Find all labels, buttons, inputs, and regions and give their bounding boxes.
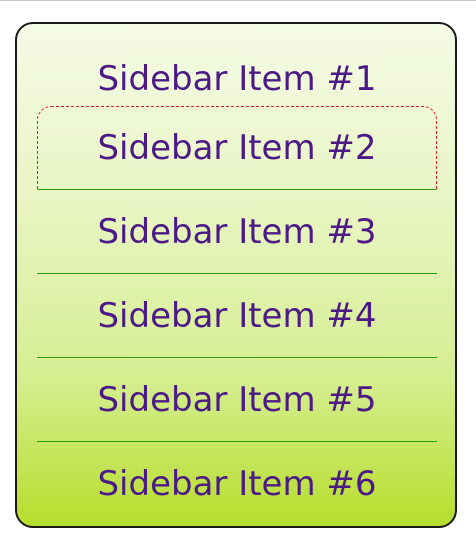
page: Sidebar Item #1 Sidebar Item #2 Sidebar … (0, 0, 476, 554)
sidebar-item-label: Sidebar Item #3 (97, 211, 377, 252)
sidebar: Sidebar Item #1 Sidebar Item #2 Sidebar … (15, 22, 457, 528)
sidebar-item-5[interactable]: Sidebar Item #5 (37, 358, 437, 442)
sidebar-item-label: Sidebar Item #1 (97, 59, 377, 99)
sidebar-item-4[interactable]: Sidebar Item #4 (37, 274, 437, 358)
sidebar-item-3[interactable]: Sidebar Item #3 (37, 190, 437, 274)
sidebar-item-label: Sidebar Item #5 (97, 379, 377, 420)
sidebar-item-6[interactable]: Sidebar Item #6 (37, 442, 437, 526)
sidebar-item-label: Sidebar Item #4 (97, 295, 377, 336)
sidebar-item-2[interactable]: Sidebar Item #2 (37, 106, 437, 190)
sidebar-item-label: Sidebar Item #6 (97, 464, 377, 504)
sidebar-item-label: Sidebar Item #2 (97, 128, 377, 168)
